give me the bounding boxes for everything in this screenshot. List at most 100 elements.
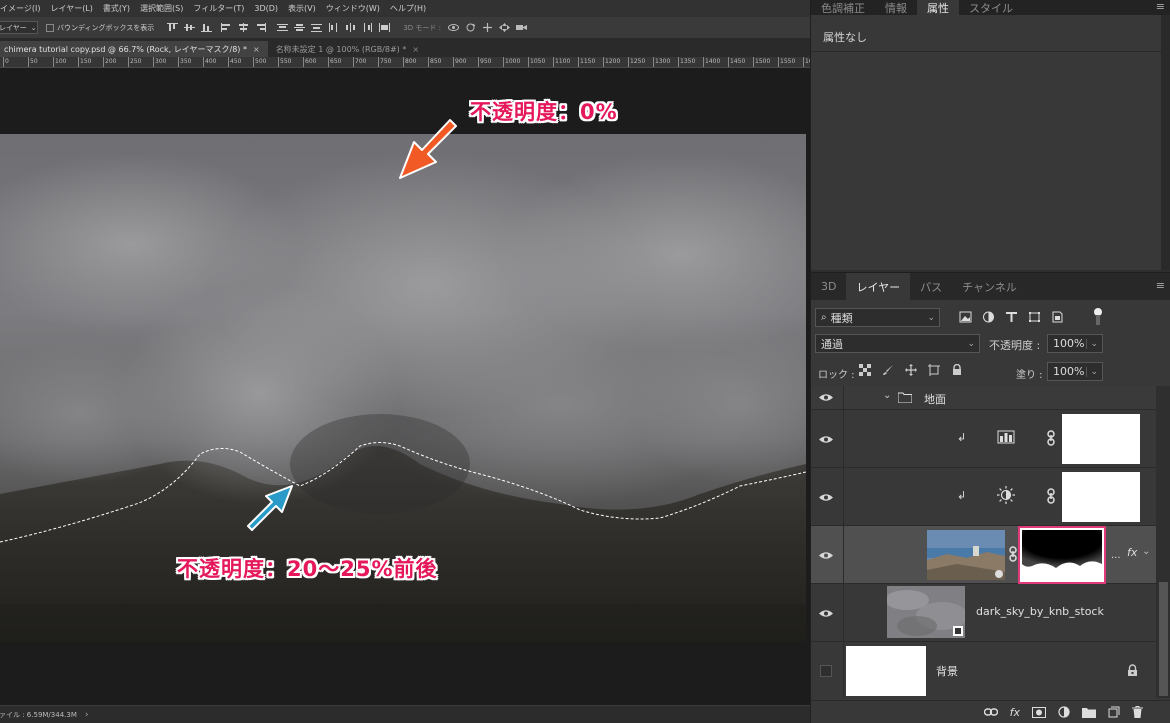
filter-type-icon[interactable]: [1005, 311, 1018, 323]
filter-kind-select[interactable]: ⌕ 種類 ⌄: [815, 308, 940, 327]
ruler-ticks: 0 50 100 150 200 250 300 350 400 450 500 550 600 650 7…: [0, 57, 810, 67]
layer-row-background[interactable]: 背景: [811, 642, 1156, 698]
visibility-eye-icon[interactable]: [819, 609, 833, 618]
align-hcenter-icon[interactable]: [238, 23, 249, 32]
filter-shape-icon[interactable]: [1028, 311, 1041, 323]
layer-row-rock-selected[interactable]: ... fx ⌄: [811, 526, 1156, 584]
ruler-tick-label: 550: [280, 58, 292, 65]
menu-window[interactable]: ウィンドウ(W): [326, 3, 380, 14]
filter-toggle[interactable]: [1093, 308, 1103, 326]
layer-row-group[interactable]: ⌄ 地面: [811, 386, 1156, 410]
menu-help[interactable]: ヘルプ(H): [390, 3, 426, 14]
menu-filter[interactable]: フィルター(T): [193, 3, 244, 14]
new-group-icon[interactable]: [1082, 707, 1096, 718]
brightness-contrast-icon[interactable]: [997, 486, 1015, 504]
ruler-tick-label: 950: [480, 58, 492, 65]
visibility-eye-icon[interactable]: [819, 493, 833, 502]
scrollbar-thumb[interactable]: [1159, 582, 1168, 696]
roll-3d-icon[interactable]: [465, 23, 476, 32]
blend-mode-select[interactable]: 通過 ⌄: [815, 334, 980, 353]
lock-brush-icon[interactable]: [882, 364, 894, 376]
pan-3d-icon[interactable]: [482, 23, 493, 32]
status-arrow-icon[interactable]: ›: [85, 710, 89, 720]
fill-input[interactable]: 100% ⌄: [1047, 362, 1103, 381]
layer-row-levels[interactable]: ↲: [811, 410, 1156, 468]
mask-thumbnail[interactable]: [1062, 414, 1140, 464]
background-thumbnail[interactable]: [846, 646, 926, 696]
mask-thumbnail[interactable]: [1062, 472, 1140, 522]
tab-layers[interactable]: レイヤー: [846, 273, 911, 300]
menu-select[interactable]: 選択範囲(S): [140, 3, 183, 14]
new-layer-icon[interactable]: [1108, 706, 1120, 718]
tab-paths[interactable]: パス: [910, 273, 952, 300]
menu-view[interactable]: 表示(V): [288, 3, 316, 14]
levels-adjustment-icon[interactable]: [997, 430, 1015, 444]
bbox-checkbox[interactable]: バウンディングボックスを表示: [46, 23, 154, 33]
effects-toggle-icon[interactable]: ⌄: [1142, 546, 1150, 557]
menu-layer[interactable]: レイヤー(L): [50, 3, 92, 14]
tab-adjustments[interactable]: 色調補正: [811, 0, 875, 15]
filter-adjustment-icon[interactable]: [982, 311, 995, 323]
visibility-off-box[interactable]: [820, 665, 832, 677]
dark-sky-thumbnail[interactable]: [887, 586, 965, 638]
layers-scrollbar[interactable]: [1156, 386, 1170, 698]
align-vcenter-icon[interactable]: [184, 23, 196, 32]
close-icon[interactable]: ×: [412, 45, 419, 54]
chain-link-icon[interactable]: [1046, 488, 1056, 504]
slide-3d-icon[interactable]: [498, 23, 510, 32]
filter-pixel-icon[interactable]: [959, 311, 972, 323]
tab-styles[interactable]: スタイル: [959, 0, 1023, 15]
distribute-top-icon[interactable]: [277, 23, 289, 32]
doc-tab-inactive[interactable]: 名称未設定 1 @ 100% (RGB/8#) * ×: [268, 41, 427, 57]
tab-info[interactable]: 情報: [875, 0, 917, 15]
fx-badge[interactable]: fx: [1127, 546, 1137, 559]
close-icon[interactable]: ×: [253, 45, 260, 54]
distribute-right-icon[interactable]: [362, 23, 373, 32]
tab-properties[interactable]: 属性: [917, 0, 959, 15]
opacity-input[interactable]: 100% ⌄: [1047, 334, 1103, 353]
distribute-bottom-icon[interactable]: [311, 23, 323, 32]
lock-transparent-icon[interactable]: [859, 364, 871, 376]
rock-layer-thumbnail[interactable]: [927, 530, 1005, 580]
distribute-spacing-icon[interactable]: [379, 23, 391, 32]
visibility-eye-icon[interactable]: [819, 551, 833, 560]
chain-link-icon[interactable]: [1008, 546, 1018, 562]
filter-smartobject-icon[interactable]: [1051, 311, 1064, 323]
doc-tab-active[interactable]: chimera tutorial copy.psd @ 66.7% (Rock,…: [0, 41, 268, 57]
layer-name: dark_sky_by_knb_stock: [976, 605, 1104, 618]
layer-mask-thumbnail-selected[interactable]: [1018, 526, 1106, 584]
delete-layer-icon[interactable]: [1132, 706, 1143, 718]
menu-3d[interactable]: 3D(D): [254, 4, 278, 13]
camera-3d-icon[interactable]: [515, 23, 527, 32]
menu-type[interactable]: 書式(Y): [103, 3, 130, 14]
align-right-icon[interactable]: [255, 23, 267, 32]
align-bottom-icon[interactable]: [201, 23, 213, 32]
align-left-icon[interactable]: [221, 23, 232, 32]
lock-move-icon[interactable]: [905, 364, 917, 376]
auto-select-dropdown[interactable]: レイヤー ⌄: [0, 21, 38, 34]
new-adjustment-icon[interactable]: [1058, 706, 1070, 718]
tab-3d[interactable]: 3D: [811, 273, 846, 300]
chevron-down-icon[interactable]: ⌄: [883, 390, 891, 401]
chain-link-icon[interactable]: [1046, 430, 1056, 446]
orbit-3d-icon[interactable]: [447, 23, 459, 32]
lock-all-icon[interactable]: [951, 364, 963, 376]
add-mask-icon[interactable]: [1032, 706, 1046, 718]
distribute-left-icon[interactable]: [328, 23, 339, 32]
layer-row-brightness[interactable]: ↲: [811, 468, 1156, 526]
visibility-eye-icon[interactable]: [819, 435, 833, 444]
canvas-area[interactable]: 不透明度：0% 不透明度：20～25%前後: [0, 68, 810, 705]
distribute-vcenter-icon[interactable]: [294, 23, 306, 32]
align-top-icon[interactable]: [167, 23, 179, 32]
lock-artboard-icon[interactable]: [928, 364, 940, 376]
properties-scrollbar[interactable]: [1161, 15, 1170, 270]
add-style-icon[interactable]: fx: [1010, 706, 1020, 719]
distribute-hcenter-icon[interactable]: [345, 23, 356, 32]
layer-row-dark-sky[interactable]: dark_sky_by_knb_stock: [811, 584, 1156, 642]
panel-menu-icon[interactable]: ≡: [1150, 279, 1170, 300]
visibility-eye-icon[interactable]: [819, 393, 833, 402]
tab-channels[interactable]: チャンネル: [952, 273, 1027, 300]
menu-image[interactable]: イメージ(I): [0, 3, 40, 14]
link-layers-icon[interactable]: [983, 707, 998, 717]
panel-menu-icon[interactable]: ≡: [1150, 0, 1170, 15]
